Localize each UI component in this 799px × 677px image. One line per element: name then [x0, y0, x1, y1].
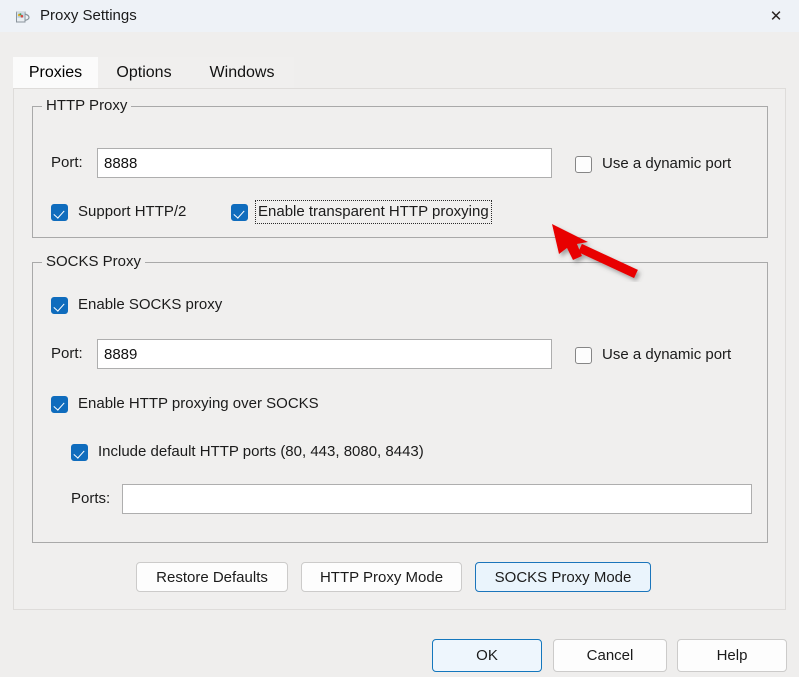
close-glyph: ✕: [769, 6, 783, 25]
checkbox-checked-icon: [71, 443, 88, 461]
proxies-tab-panel: HTTP Proxy Port: 8888 Use a dynamic port…: [13, 88, 786, 610]
window-title: Proxy Settings: [40, 7, 137, 24]
http-proxy-mode-button[interactable]: HTTP Proxy Mode: [301, 562, 462, 592]
http-port-label: Port:: [51, 154, 83, 171]
enable-transparent-http-proxying-checkbox[interactable]: Enable transparent HTTP proxying: [231, 200, 492, 224]
socks-dynamic-port-label: Use a dynamic port: [602, 346, 732, 363]
checkbox-checked-icon: [51, 296, 68, 314]
help-button-label: Help: [716, 647, 748, 664]
close-icon[interactable]: ✕: [753, 0, 799, 32]
http-dynamic-port-label: Use a dynamic port: [602, 155, 732, 172]
cancel-button-label: Cancel: [586, 647, 634, 664]
help-button[interactable]: Help: [677, 639, 787, 672]
restore-defaults-label: Restore Defaults: [156, 568, 268, 586]
socks-proxy-group-title: SOCKS Proxy: [42, 254, 146, 270]
checkbox-unchecked-icon: [575, 155, 592, 173]
tab-options[interactable]: Options: [98, 57, 190, 89]
tab-strip: Proxies Options Windows: [13, 57, 786, 89]
enable-socks-proxy-label: Enable SOCKS proxy: [78, 296, 223, 313]
socks-ports-input[interactable]: [122, 484, 752, 514]
tab-options-label: Options: [116, 64, 172, 81]
tab-proxies[interactable]: Proxies: [13, 57, 98, 89]
support-http2-label: Support HTTP/2: [78, 203, 187, 220]
enable-transparent-http-proxying-label: Enable transparent HTTP proxying: [255, 200, 492, 224]
include-default-http-ports-label: Include default HTTP ports (80, 443, 808…: [98, 443, 424, 460]
support-http2-checkbox[interactable]: Support HTTP/2: [51, 201, 188, 223]
socks-dynamic-port-checkbox[interactable]: Use a dynamic port: [575, 344, 733, 366]
title-bar: Proxy Settings ✕: [0, 0, 799, 32]
socks-proxy-group: SOCKS Proxy Enable SOCKS proxy Port: 888…: [32, 254, 768, 543]
http-proxy-group: HTTP Proxy Port: 8888 Use a dynamic port…: [32, 98, 768, 238]
ok-button-label: OK: [476, 647, 498, 664]
include-default-http-ports-checkbox[interactable]: Include default HTTP ports (80, 443, 808…: [71, 441, 426, 463]
http-dynamic-port-checkbox[interactable]: Use a dynamic port: [575, 153, 733, 175]
socks-proxy-mode-label: SOCKS Proxy Mode: [494, 568, 632, 586]
checkbox-unchecked-icon: [575, 346, 592, 364]
checkbox-checked-icon: [51, 203, 68, 221]
enable-socks-proxy-checkbox[interactable]: Enable SOCKS proxy: [51, 294, 224, 316]
ok-button[interactable]: OK: [432, 639, 542, 672]
http-proxy-group-title: HTTP Proxy: [42, 98, 132, 114]
enable-http-proxying-over-socks-label: Enable HTTP proxying over SOCKS: [78, 395, 319, 412]
tab-windows-label: Windows: [209, 64, 275, 81]
socks-port-input[interactable]: 8889: [97, 339, 552, 369]
http-proxy-mode-label: HTTP Proxy Mode: [319, 568, 444, 586]
socks-ports-label: Ports:: [71, 490, 111, 507]
restore-defaults-button[interactable]: Restore Defaults: [136, 562, 288, 592]
cancel-button[interactable]: Cancel: [553, 639, 667, 672]
checkbox-checked-icon: [231, 203, 248, 221]
tab-proxies-label: Proxies: [28, 64, 83, 81]
socks-proxy-mode-button[interactable]: SOCKS Proxy Mode: [475, 562, 651, 592]
tab-windows[interactable]: Windows: [190, 57, 294, 89]
socks-port-label: Port:: [51, 345, 83, 362]
http-port-input[interactable]: 8888: [97, 148, 552, 178]
proxy-settings-window: Proxy Settings ✕ Proxies Options Windows…: [0, 0, 799, 677]
proxy-jug-icon: [12, 6, 32, 26]
checkbox-checked-icon: [51, 395, 68, 413]
enable-http-proxying-over-socks-checkbox[interactable]: Enable HTTP proxying over SOCKS: [51, 393, 321, 415]
